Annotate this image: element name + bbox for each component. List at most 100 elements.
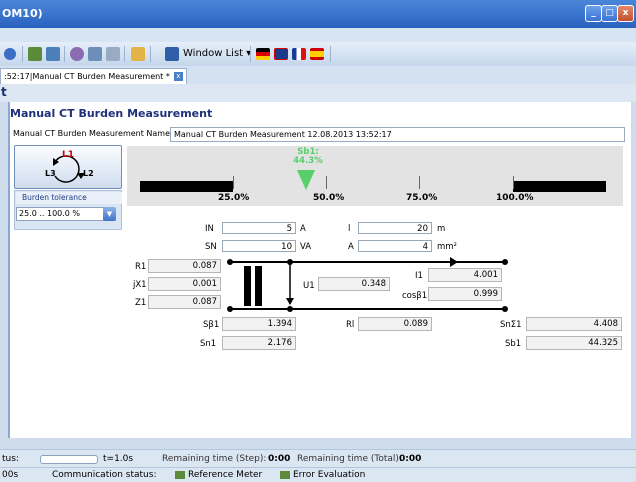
rl-label: Rl [346,320,355,330]
rl-value: 0.089 [358,317,432,331]
window-list-icon[interactable] [165,47,179,61]
status-progress-bar [40,455,98,464]
minimize-button[interactable]: _ [585,5,602,22]
french-flag-icon[interactable] [292,48,306,60]
tolerance-select[interactable]: 25.0 .. 100.0 % [16,207,107,221]
gauge-tick-label-25: 25.0% [218,193,250,203]
section-header: t [0,84,636,102]
gauge-tick [419,176,420,189]
gauge-high-bar [513,181,606,192]
tools-icon[interactable] [88,47,102,61]
total-label: Remaining time (Total): [297,454,402,464]
close-button[interactable]: x [617,5,634,22]
sb-label: Sβ1 [203,320,220,330]
area-input[interactable]: 4 [358,240,432,252]
status-bar-2: 00s Communication status: Reference Mete… [0,467,636,482]
reference-meter-label: Reference Meter [188,470,263,480]
burden-gauge [127,146,623,206]
ct-l3-label: L3 [45,169,56,178]
tab-close-icon[interactable]: x [173,72,183,81]
toolbar-separator [124,46,125,62]
in-unit: A [300,224,306,234]
snsum-label: SnΣ1 [500,320,522,330]
folder-icon[interactable] [131,47,145,61]
status-label: tus: [2,454,19,464]
toolbar-separator [22,46,23,62]
gauge-tick [513,176,514,189]
tolerance-label: Burden tolerance [16,192,122,204]
error-evaluation-icon [280,471,290,479]
i1-label: I1 [415,271,423,281]
sb1-value: 44.325 [526,336,622,350]
window-list-menu[interactable]: Window List ▾ [183,48,251,59]
chevron-down-icon[interactable]: ▼ [103,207,116,221]
connect-icon[interactable] [28,47,42,61]
ct-l1-label: L1 [62,150,74,160]
status-time-2: 00s [2,470,19,480]
network-icon[interactable] [46,47,60,61]
toolbar-separator [330,46,331,62]
spanish-flag-icon[interactable] [310,48,324,60]
sn-unit: VA [300,242,312,252]
sn1-value: 2.176 [222,336,296,350]
i1-value: 4.001 [428,268,502,282]
u1-value: 0.348 [318,277,390,291]
z1-value: 0.087 [148,295,221,309]
in-input[interactable]: 5 [222,222,296,234]
total-value: 0:00 [399,454,422,464]
gauge-tick-label-100: 100.0% [496,193,534,203]
z1-label: Z1 [135,298,147,308]
menu-bar [0,28,636,42]
area-label: A [348,242,354,252]
name-input[interactable]: Manual CT Burden Measurement 12.08.2013 … [170,127,625,142]
tab-bar: :52:17|Manual CT Burden Measurement * x [0,66,636,84]
gauge-tick [326,176,327,189]
settings-icon[interactable] [70,47,84,61]
ct-connection-button[interactable]: L1 L2 L3 [14,145,122,189]
name-label: Manual CT Burden Measurement Name: [13,129,173,138]
gauge-tick [233,176,234,189]
title-bar: OM10) _ □ x [0,0,636,28]
status-bar: tus: t=1.0s Remaining time (Step): 0:00 … [0,449,636,468]
length-input[interactable]: 20 [358,222,432,234]
status-time: t=1.0s [103,454,134,464]
gauge-low-bar [140,181,233,192]
tab-label: :52:17|Manual CT Burden Measurement * [4,72,170,81]
english-flag-icon[interactable] [274,48,288,60]
toolbar: Window List ▾ [0,42,636,66]
tab-manual-ct-burden[interactable]: :52:17|Manual CT Burden Measurement * x [0,68,187,84]
ct-l2-label: L2 [83,169,94,178]
sn1-label: Sn1 [200,339,217,349]
gauge-pointer-value: 44.3% [293,156,323,166]
x1-value: 0.001 [148,277,221,291]
gauge-tick-label-75: 75.0% [406,193,438,203]
page-title: Manual CT Burden Measurement [10,107,213,120]
toolbar-separator [250,46,251,62]
cos-value: 0.999 [428,287,502,301]
step-label: Remaining time (Step): [162,454,267,464]
length-label: l [348,224,351,234]
area-unit: mm² [437,242,457,252]
x1-label: jX1 [133,280,147,290]
phase-cycle-icon: L1 L2 L3 [45,150,94,183]
comm-status-label: Communication status: [52,470,157,480]
r1-label: R1 [135,262,147,272]
info-icon[interactable] [4,48,16,60]
german-flag-icon[interactable] [256,48,270,60]
maximize-button[interactable]: □ [601,5,618,22]
in-label: IN [205,224,214,234]
sb-value: 1.394 [222,317,296,331]
gauge-pointer-label: Sb1: 44.3% [293,148,323,166]
section-header-text: t [1,85,7,99]
step-value: 0:00 [268,454,291,464]
sn-label: SN [205,242,217,252]
cos-label: cosβ1 [402,291,428,301]
snsum-value: 4.408 [526,317,622,331]
gauge-tick-label-50: 50.0% [313,193,345,203]
toolbar-separator [64,46,65,62]
sn-input[interactable]: 10 [222,240,296,252]
error-evaluation-label: Error Evaluation [293,470,366,480]
r1-value: 0.087 [148,259,221,273]
window-title: OM10) [2,7,43,20]
list-icon[interactable] [106,47,120,61]
